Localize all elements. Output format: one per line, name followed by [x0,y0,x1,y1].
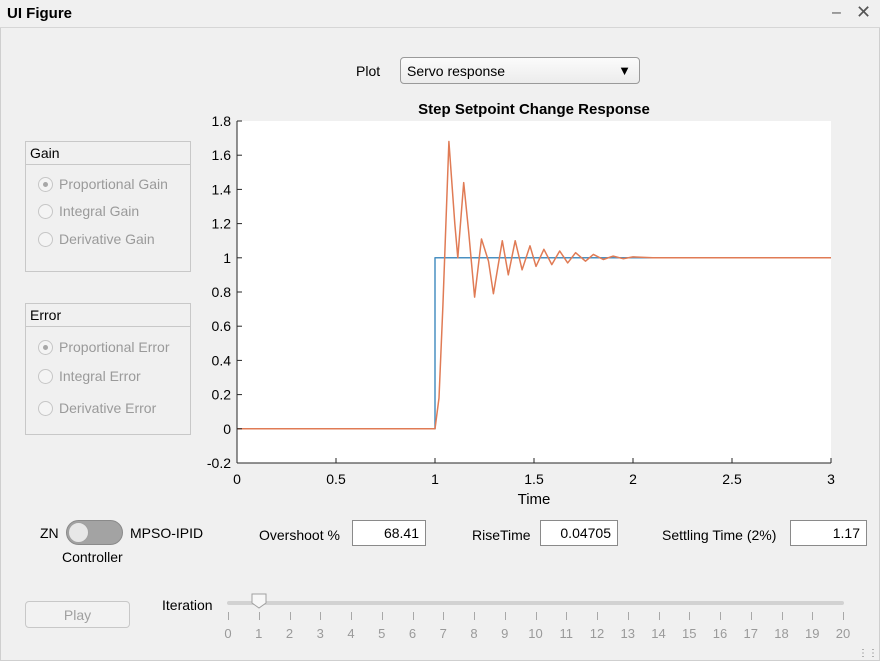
slider-tick-mark [443,612,445,620]
slider-tick-label: 10 [528,626,543,641]
play-button[interactable]: Play [25,601,130,628]
overshoot-field[interactable]: 68.41 [352,520,426,546]
radio-label: Proportional Gain [59,176,168,192]
close-icon[interactable]: ✕ [856,2,871,23]
slider-tick-label: 8 [470,626,478,641]
slider-tick-label: 6 [408,626,417,641]
risetime-label: RiseTime [472,527,531,543]
slider-tick-mark [597,612,598,620]
slider-tick-label: 1 [255,626,263,641]
plot-dropdown[interactable]: Servo response ▼ [400,57,640,84]
radio-label: Derivative Error [59,400,157,416]
title-bar: UI Figure – ✕ [0,0,880,28]
slider-tick-mark [504,612,506,620]
slider-tick-label: 2 [285,626,294,641]
slider-tick-mark [258,612,260,620]
slider-tick-mark [228,612,229,620]
radio-label: Integral Gain [59,203,140,219]
slider-tick-label: 9 [501,626,509,641]
slider-tick-mark [289,612,291,620]
radio-selected-icon [38,340,53,355]
slider-tick-label: 7 [439,626,447,641]
overshoot-label: Overshoot % [259,527,340,543]
radio-selected-icon [38,177,53,192]
slider-tick-mark [351,612,352,620]
slider-tick-label: 11 [559,626,574,641]
radio-icon [38,369,53,384]
resize-grip-icon[interactable]: ⋮⋮ [858,648,878,659]
risetime-field[interactable]: 0.04705 [540,520,618,546]
radio-proportional-gain[interactable]: Proportional Gain [38,176,168,192]
slider-tick-label: 0 [224,626,232,641]
slider-tick-label: 15 [682,626,697,641]
slider-tick-label: 17 [743,626,758,641]
radio-derivative-gain[interactable]: Derivative Gain [38,231,155,247]
slider-tick-label: 20 [835,626,851,641]
slider-tick-label: 3 [316,626,324,641]
slider-tick-mark [320,612,322,620]
slider-tick-label: 13 [620,626,635,641]
slider-tick-mark [535,612,537,620]
plot-label: Plot [356,63,381,79]
error-panel-title: Error [26,304,190,327]
slider-tick-mark [658,612,660,620]
radio-integral-error[interactable]: Integral Error [38,368,141,384]
toggle-left-label: ZN [40,525,59,541]
radio-label: Proportional Error [59,339,170,355]
gain-panel-title: Gain [26,142,190,165]
gain-panel: Gain Proportional Gain Integral Gain Der… [25,141,191,272]
window-title: UI Figure [7,5,73,22]
dropdown-caret-icon: ▼ [618,63,631,78]
slider-tick-label: 19 [805,626,820,641]
slider-tick-mark [750,612,752,620]
radio-icon [38,232,53,247]
slider-tick-mark [566,612,568,620]
radio-proportional-error[interactable]: Proportional Error [38,339,170,355]
toggle-right-label: MPSO-IPID [130,525,204,541]
radio-derivative-error[interactable]: Derivative Error [38,400,156,416]
minimize-icon[interactable]: – [832,4,841,22]
slider-tick-mark [381,612,383,620]
radio-label: Integral Error [59,368,141,384]
slider-tick-mark [474,612,475,620]
error-panel: Error Proportional Error Integral Error … [25,303,191,435]
slider-thumb[interactable] [251,593,267,609]
slider-tick-mark [843,612,844,620]
controller-caption: Controller [62,549,123,565]
slider-tick-label: 5 [378,626,386,641]
slider-tick-label: 4 [347,626,355,641]
slider-tick-mark [412,612,414,620]
toggle-knob [68,522,89,543]
radio-icon [38,401,53,416]
iteration-label: Iteration [162,597,213,613]
iteration-slider[interactable] [227,601,844,605]
settling-label: Settling Time (2%) [662,527,777,543]
slider-tick-mark [720,612,721,620]
controller-toggle[interactable] [66,520,123,545]
slider-tick-label: 12 [589,626,605,641]
slider-tick-label: 18 [774,626,789,641]
slider-tick-mark [689,612,691,620]
radio-integral-gain[interactable]: Integral Gain [38,203,139,219]
settling-field[interactable]: 1.17 [790,520,867,546]
slider-tick-label: 16 [712,626,728,641]
slider-tick-label: 14 [651,626,666,641]
radio-icon [38,204,53,219]
radio-label: Derivative Gain [59,231,155,247]
slider-tick-mark [781,612,783,620]
slider-tick-mark [627,612,629,620]
slider-tick-mark [812,612,814,620]
plot-dropdown-value: Servo response [407,63,506,79]
